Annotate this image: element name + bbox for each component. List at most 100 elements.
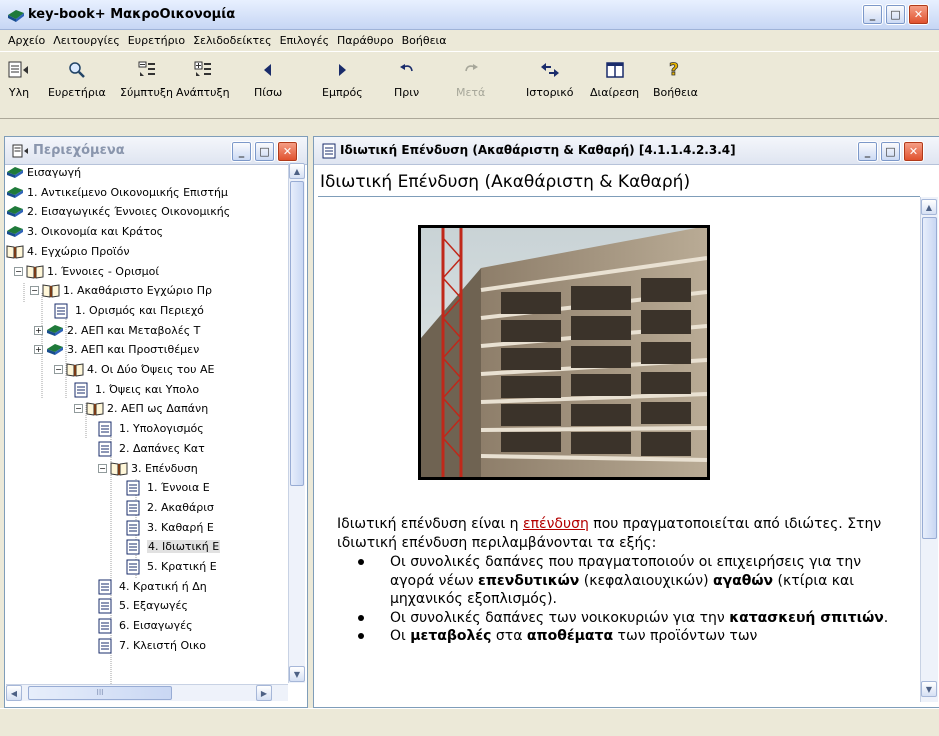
tree-item-label: 1. Όψεις και Υπολο [95, 382, 200, 396]
intro-text-1: Ιδιωτική επένδυση είναι η [337, 516, 524, 532]
tree-item[interactable]: 4. Εγχώριο Προϊόν [6, 242, 130, 261]
tree-item[interactable]: 2. Ακαθάρισ [126, 498, 214, 517]
contents-maximize-button[interactable]: □ [254, 141, 275, 162]
tree-item[interactable]: 1. Αντικείμενο Οικονομικής Επιστήμ [6, 183, 228, 202]
bullet3-bold-2: αποθέματα [526, 628, 614, 644]
collapse-node-icon[interactable]: − [74, 404, 83, 414]
minimize-icon: _ [864, 145, 871, 158]
tree-item[interactable]: 2. Εισαγωγικές Έννοιες Οικονομικής [6, 202, 230, 221]
tree-item[interactable]: 3. Οικονομία και Κράτος [6, 222, 163, 241]
toolbar-prev-label: Πριν [394, 86, 420, 99]
tree-item[interactable]: Εισαγωγή [6, 163, 81, 182]
maximize-button[interactable]: □ [885, 4, 906, 25]
chevron-down-icon: ▼ [293, 669, 301, 679]
doc-scroll-thumb[interactable] [922, 217, 937, 539]
contents-vertical-scrollbar[interactable]: ▲ ▼ [288, 163, 305, 683]
menu-help[interactable]: Βοήθεια [398, 34, 451, 47]
page-icon [126, 500, 144, 516]
scroll-up-button[interactable]: ▲ [289, 163, 305, 179]
contents-close-button[interactable]: ✕ [277, 141, 298, 162]
close-button[interactable]: ✕ [908, 4, 929, 25]
tree-item[interactable]: +3. ΑΕΠ και Προστιθέμεν [34, 340, 199, 359]
document-pane-header: Ιδιωτική Επένδυση (Ακαθάριστη & Καθαρή) … [314, 137, 939, 165]
tree-item[interactable]: 1. Ορισμός και Περιεχό [54, 301, 204, 320]
hscroll-thumb[interactable]: III [28, 686, 172, 700]
tree-item[interactable]: 1. Όψεις και Υπολο [74, 380, 199, 399]
document-minimize-button[interactable]: _ [857, 141, 878, 162]
tree-item[interactable]: − 3. Επένδυση [98, 459, 198, 478]
collapse-node-icon[interactable]: − [30, 286, 39, 296]
toolbar-collapse-button[interactable]: Σύμπτυξη [120, 58, 173, 99]
page-icon [126, 520, 144, 536]
tree-item-label: 7. Κλειστή Οικο [119, 638, 207, 652]
toolbar-contents-label: Υλη [8, 86, 30, 99]
expand-node-icon[interactable]: + [34, 325, 43, 335]
menu-file[interactable]: Αρχείο [4, 34, 49, 47]
bullet2-text-2: . [883, 609, 889, 626]
tree-item[interactable]: 7. Κλειστή Οικο [98, 636, 206, 655]
tree-item[interactable]: 1. Έννοια Ε [126, 478, 210, 497]
bullet3-bold-1: μεταβολές [410, 628, 492, 644]
book-open-icon [66, 362, 84, 377]
collapse-node-icon[interactable]: − [14, 266, 23, 276]
collapse-node-icon[interactable]: − [54, 365, 63, 374]
tree-item[interactable]: − 1. Ακαθάριστο Εγχώριο Πρ [30, 281, 212, 300]
menu-index[interactable]: Ευρετήριο [124, 34, 189, 47]
document-vertical-scrollbar[interactable]: ▲ ▼ [920, 197, 938, 702]
toolbar-indexes-button[interactable]: Ευρετήρια [48, 58, 106, 99]
tree-item[interactable]: 1. Υπολογισμός [98, 419, 204, 438]
toolbar-help-button[interactable]: ? Βοήθεια [653, 58, 698, 99]
contents-horizontal-scrollbar[interactable]: ◀ III ▶ [6, 684, 288, 701]
toolbar-history-button[interactable]: Ιστορικό [526, 58, 574, 99]
tree-item-label: 1. Ορισμός και Περιεχό [75, 303, 204, 317]
tree-item-label: 3. Καθαρή Ε [147, 520, 214, 534]
scroll-right-button[interactable]: ▶ [256, 685, 272, 701]
scroll-left-button[interactable]: ◀ [6, 685, 22, 701]
tree-item-label: 4. Οι Δύο Όψεις του ΑΕ [87, 363, 215, 376]
scroll-thumb[interactable] [290, 181, 304, 486]
document-maximize-button[interactable]: □ [880, 141, 901, 162]
scroll-down-button[interactable]: ▼ [289, 666, 305, 682]
search-icon [69, 62, 85, 78]
tree-item[interactable]: 4. Ιδιωτική Ε [126, 537, 221, 556]
document-pane-controls: _ □ ✕ [857, 141, 924, 162]
tree-item[interactable]: 5. Κρατική Ε [126, 557, 217, 576]
title-bar: key-book+ ΜακροΟικονομία _ □ ✕ [0, 0, 939, 30]
undo-icon [399, 64, 413, 72]
collapse-node-icon[interactable]: − [98, 463, 107, 473]
toolbar-back-button[interactable]: Πίσω [254, 58, 282, 99]
toolbar-expand-button[interactable]: Ανάπτυξη [176, 58, 230, 99]
expand-node-icon[interactable]: + [34, 345, 43, 355]
tree-item[interactable]: 2. Δαπάνες Κατ [98, 439, 205, 458]
doc-scroll-up-button[interactable]: ▲ [921, 199, 937, 215]
tree-item[interactable]: − 1. Έννοιες - Ορισμοί [14, 262, 159, 281]
minimize-button[interactable]: _ [862, 4, 883, 25]
toolbar-contents-button[interactable]: Υλη [8, 58, 30, 99]
menu-window[interactable]: Παράθυρο [333, 34, 398, 47]
menu-options[interactable]: Επιλογές [276, 34, 333, 47]
tree-item[interactable]: 6. Εισαγωγές [98, 616, 193, 635]
menu-functions[interactable]: Λειτουργίες [49, 34, 124, 47]
tree-item-label: 2. ΑΕΠ και Μεταβολές Τ [67, 323, 201, 337]
menu-bookmarks[interactable]: Σελιδοδείκτες [189, 34, 276, 47]
investment-link[interactable]: επένδυση [523, 516, 589, 532]
tree-item[interactable]: 4. Κρατική ή Δη [98, 577, 207, 596]
minimize-icon: _ [238, 145, 245, 158]
tree-item[interactable]: − 2. ΑΕΠ ως Δαπάνη [74, 399, 208, 418]
tree-item[interactable]: 3. Καθαρή Ε [126, 518, 214, 537]
page-icon [98, 638, 116, 654]
tree-item[interactable]: 5. Εξαγωγές [98, 596, 188, 615]
toolbar-split-button[interactable]: Διαίρεση [590, 58, 639, 99]
tree-item[interactable]: +2. ΑΕΠ και Μεταβολές Τ [34, 321, 200, 340]
doc-scroll-down-button[interactable]: ▼ [921, 681, 937, 697]
toolbar-prev-button[interactable]: Πριν [394, 58, 419, 99]
bullet3-text: Οι [390, 628, 411, 644]
contents-minimize-button[interactable]: _ [231, 141, 252, 162]
tree-item[interactable]: − 4. Οι Δύο Όψεις του ΑΕ [54, 360, 215, 379]
construction-photo [418, 225, 710, 480]
toolbar-collapse-label: Σύμπτυξη [120, 86, 174, 99]
toolbar-forward-button[interactable]: Εμπρός [322, 58, 363, 99]
toolbar-next-button[interactable]: Μετά [456, 58, 485, 99]
tree-item-label: 1. Ακαθάριστο Εγχώριο Πρ [63, 284, 212, 298]
document-close-button[interactable]: ✕ [903, 141, 924, 162]
